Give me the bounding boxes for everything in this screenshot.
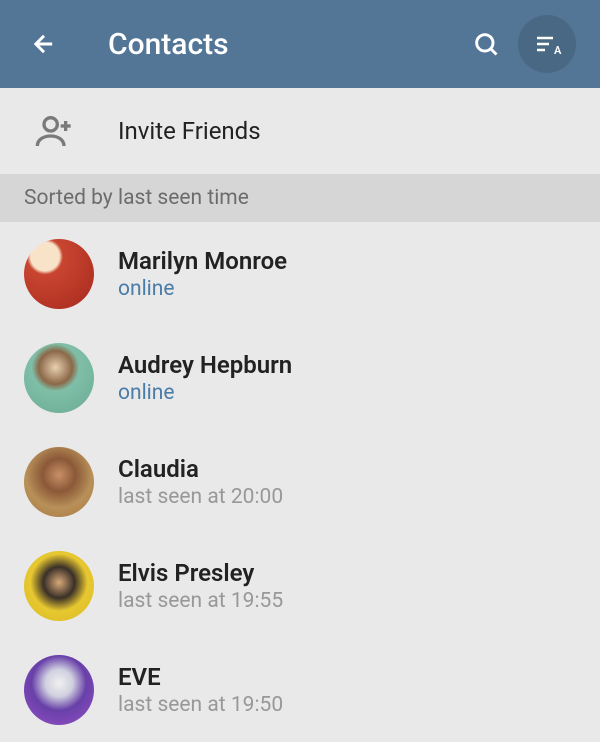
- contact-row[interactable]: Elvis Presley last seen at 19:55: [0, 534, 600, 638]
- invite-friends-row[interactable]: Invite Friends: [0, 88, 600, 174]
- contact-row[interactable]: Claudia last seen at 20:00: [0, 430, 600, 534]
- contact-info: Marilyn Monroe online: [118, 247, 287, 301]
- contact-name: Audrey Hepburn: [118, 351, 292, 379]
- contact-info: Elvis Presley last seen at 19:55: [118, 559, 283, 613]
- search-button[interactable]: [466, 24, 506, 64]
- contact-row[interactable]: Marilyn Monroe online: [0, 222, 600, 326]
- contact-status: online: [118, 381, 292, 405]
- page-title: Contacts: [108, 27, 466, 62]
- contact-row[interactable]: EVE last seen at 19:50: [0, 638, 600, 742]
- avatar: [24, 447, 94, 517]
- contact-name: Elvis Presley: [118, 559, 283, 587]
- sort-button[interactable]: A: [518, 15, 576, 73]
- header-bar: Contacts A: [0, 0, 600, 88]
- avatar: [24, 655, 94, 725]
- invite-friends-label: Invite Friends: [118, 117, 261, 145]
- search-icon: [472, 30, 500, 58]
- contact-status: last seen at 19:55: [118, 589, 283, 613]
- contact-name: EVE: [118, 663, 283, 691]
- svg-text:A: A: [554, 44, 562, 57]
- contact-info: Audrey Hepburn online: [118, 351, 292, 405]
- sort-label: Sorted by last seen time: [0, 174, 600, 222]
- contact-status: last seen at 19:50: [118, 693, 283, 717]
- contact-name: Marilyn Monroe: [118, 247, 287, 275]
- contact-info: Claudia last seen at 20:00: [118, 455, 283, 509]
- back-button[interactable]: [24, 24, 64, 64]
- sort-alpha-icon: A: [531, 28, 563, 60]
- contact-status: last seen at 20:00: [118, 485, 283, 509]
- contact-name: Claudia: [118, 455, 283, 483]
- avatar: [24, 343, 94, 413]
- avatar: [24, 551, 94, 621]
- contacts-list: Marilyn Monroe online Audrey Hepburn onl…: [0, 222, 600, 742]
- contact-row[interactable]: Audrey Hepburn online: [0, 326, 600, 430]
- back-arrow-icon: [30, 30, 58, 58]
- avatar: [24, 239, 94, 309]
- contact-info: EVE last seen at 19:50: [118, 663, 283, 717]
- contact-status: online: [118, 277, 287, 301]
- add-person-icon: [34, 111, 74, 151]
